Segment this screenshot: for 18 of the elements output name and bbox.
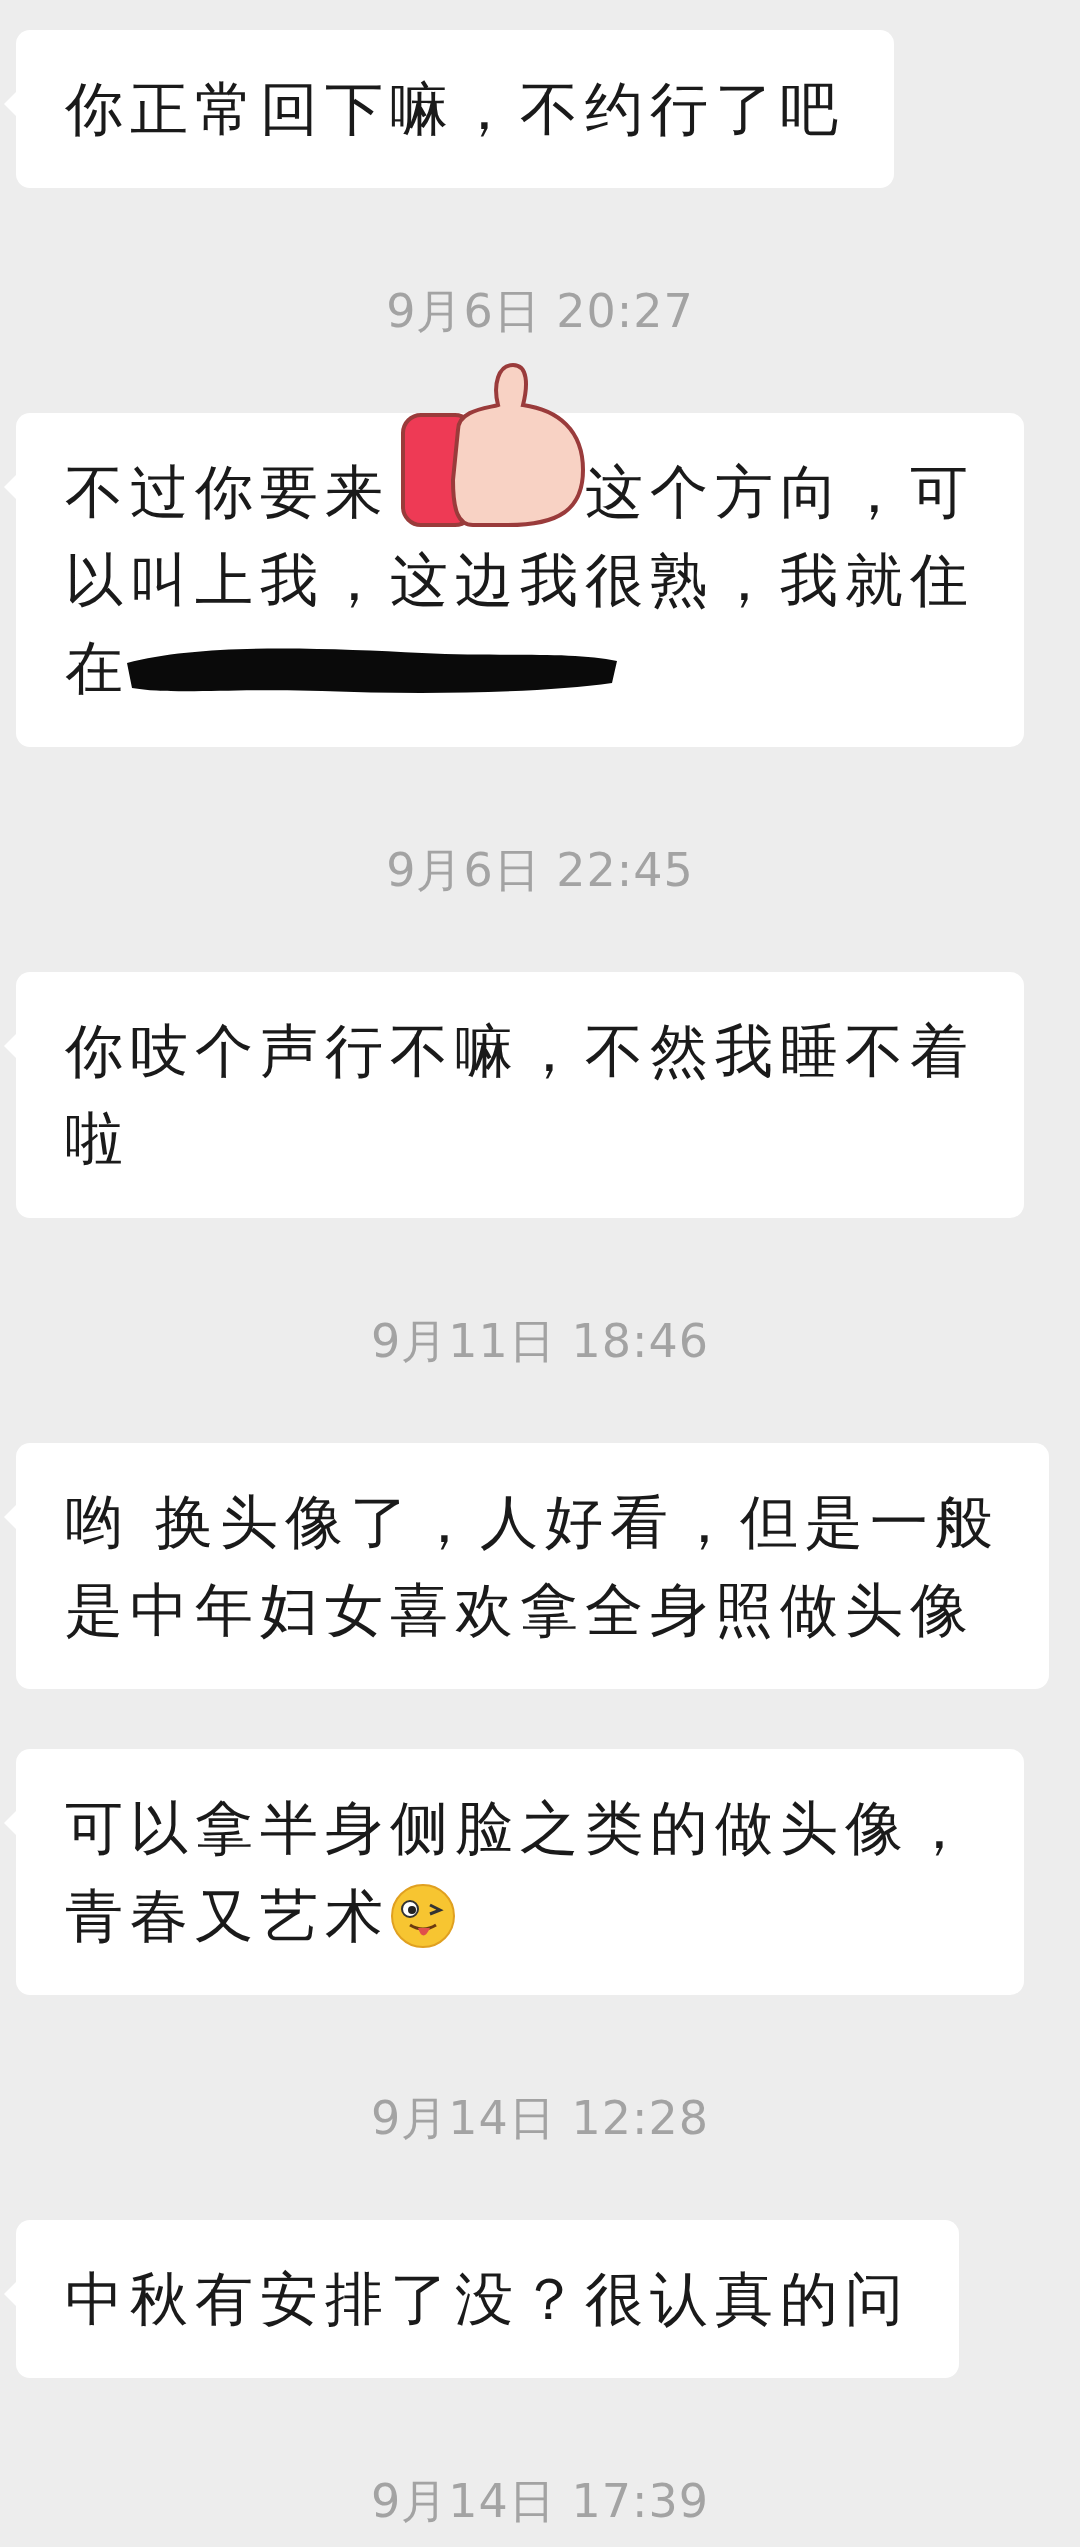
timestamp: 9月6日 22:45 [386, 842, 694, 899]
message-text: 青春又艺术 [65, 1881, 390, 1952]
message-text: 以叫上我，这边我很熟，我就住 [65, 545, 975, 616]
message-text: 你吱个声行不嘛，不然我睡不着 [65, 1016, 975, 1087]
message-text: 不过你要来 这个方向，可 [65, 457, 975, 528]
message-text: 你正常回下嘛，不约行了吧 [65, 74, 845, 145]
message-text: 在 [65, 633, 130, 704]
timestamp: 9月6日 20:27 [386, 283, 694, 340]
message-text: 可以拿半身侧脸之类的做头像， [65, 1793, 975, 1864]
timestamp: 9月14日 17:39 [371, 2473, 709, 2530]
timestamp: 9月14日 12:28 [371, 2090, 709, 2147]
timestamp: 9月11日 18:46 [371, 1313, 709, 1370]
message-text: 是中年妇女喜欢拿全身照做头像 [65, 1575, 975, 1646]
winking-face-icon [390, 1883, 456, 1949]
thumbs-up-icon [398, 360, 588, 530]
message-text: 哟 换头像了，人好看，但是一般 [65, 1487, 1001, 1558]
message-text: 啦 [65, 1104, 130, 1175]
message-text: 中秋有安排了没？很认真的问 [65, 2264, 910, 2335]
